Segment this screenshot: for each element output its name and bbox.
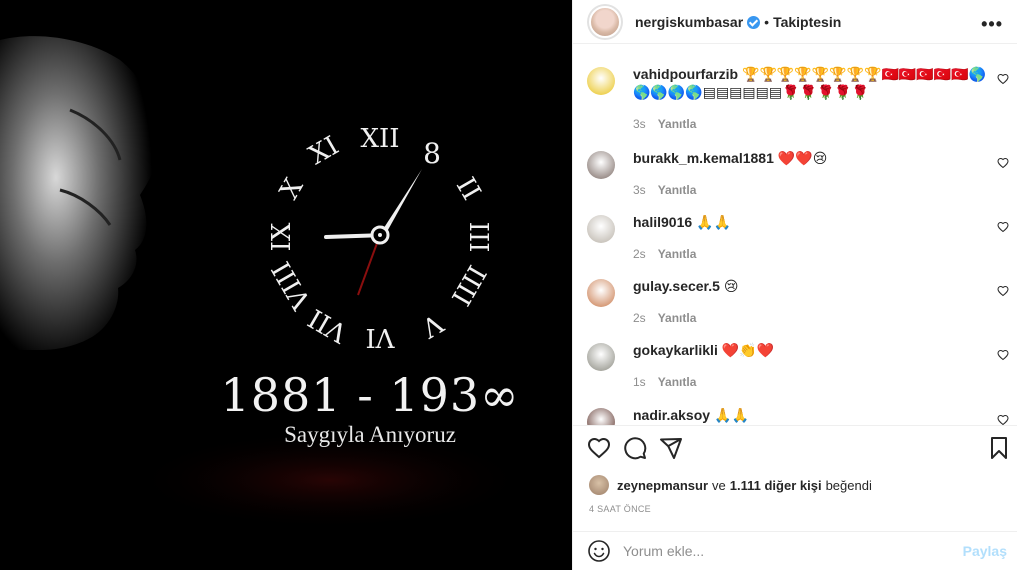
comment-text: 😢 (723, 278, 739, 294)
clock-numeral-2: II (450, 173, 486, 206)
comment-avatar[interactable] (587, 408, 615, 425)
comment-username[interactable]: halil9016 (633, 214, 692, 230)
likes-summary: zeynepmansur ve 1.111 diğer kişi beğendi (589, 475, 872, 495)
instagram-post: XII 8 II III IIII V VI VII VIII IX X XI (0, 0, 1017, 570)
verified-badge-icon (747, 16, 761, 29)
post-comment-button[interactable]: Paylaş (963, 543, 1007, 559)
like-comment-heart-icon[interactable] (997, 414, 1009, 425)
years-text: 1881 - 193∞ (220, 368, 520, 422)
reply-button[interactable]: Yanıtla (658, 311, 697, 325)
author-avatar[interactable] (587, 3, 623, 40)
clock-numeral-6: VI (365, 322, 395, 352)
reply-button[interactable]: Yanıtla (658, 183, 697, 197)
comment-avatar[interactable] (587, 67, 615, 95)
like-heart-icon[interactable] (587, 436, 611, 460)
comment-text: ❤️❤️😢 (777, 150, 828, 166)
clock-numeral-9: IX (267, 222, 297, 251)
comment-username[interactable]: gulay.secer.5 (633, 278, 720, 294)
comment-avatar[interactable] (587, 151, 615, 179)
comment-text: 🙏🙏 (696, 214, 732, 230)
subtitle-text: Saygıyla Anıyoruz (284, 422, 456, 447)
share-paper-plane-icon[interactable] (659, 436, 683, 460)
comment-bubble-icon[interactable] (623, 436, 647, 460)
reply-button[interactable]: Yanıtla (658, 375, 697, 389)
likes-connector: ve (712, 477, 726, 493)
comment-item: vahidpourfarzib 🏆🏆🏆🏆🏆🏆🏆🏆🇹🇷🇹🇷🇹🇷🇹🇷🇹🇷🌎🌎🌎🌎🌎▤▤… (587, 65, 1017, 131)
likes-suffix: beğendi (825, 477, 872, 493)
clock-numeral-8: VIII (267, 256, 318, 315)
comment-input[interactable] (623, 543, 963, 559)
like-comment-heart-icon[interactable] (997, 285, 1009, 297)
like-comment-heart-icon[interactable] (997, 221, 1009, 233)
clock-numeral-3: III (463, 222, 493, 253)
clock-numeral-10: X (274, 173, 309, 204)
comment-avatar[interactable] (587, 343, 615, 371)
comment-avatar[interactable] (587, 279, 615, 307)
comment-composer: Paylaş (573, 531, 1017, 570)
comments-list[interactable]: vahidpourfarzib 🏆🏆🏆🏆🏆🏆🏆🏆🇹🇷🇹🇷🇹🇷🇹🇷🇹🇷🌎🌎🌎🌎🌎▤▤… (573, 45, 1017, 425)
liker-avatar[interactable] (589, 475, 609, 495)
comment-time[interactable]: 3s (633, 117, 646, 131)
others-count-link[interactable]: 1.111 diğer kişi (730, 478, 822, 493)
header-separator: • (764, 13, 770, 30)
clock-numeral-7: VII (303, 302, 353, 348)
like-comment-heart-icon[interactable] (997, 157, 1009, 169)
comment-avatar[interactable] (587, 215, 615, 243)
like-comment-heart-icon[interactable] (997, 73, 1009, 85)
portrait-silhouette (0, 36, 160, 350)
comment-username[interactable]: vahidpourfarzib (633, 66, 738, 82)
comment-item: burakk_m.kemal1881 ❤️❤️😢 3s Yanıtla (587, 149, 1017, 197)
comment-time[interactable]: 2s (633, 311, 646, 325)
clock-numeral-11: XI (304, 131, 344, 171)
reply-button[interactable]: Yanıtla (658, 247, 697, 261)
post-actions-bar (573, 425, 1017, 473)
emoji-smiley-icon[interactable] (587, 539, 611, 563)
follow-status-button[interactable]: Takiptesin (773, 14, 841, 30)
comment-text: ❤️👏❤️ (721, 342, 775, 358)
clock: XII 8 II III IIII V VI VII VIII IX X XI (267, 124, 493, 352)
clock-numeral-12: XII (360, 124, 399, 154)
post-header: nergiskumbasar • Takiptesin ••• (573, 0, 1017, 44)
more-options-icon[interactable]: ••• (981, 14, 1003, 35)
comment-time[interactable]: 1s (633, 375, 646, 389)
clock-numeral-1: 8 (423, 137, 441, 170)
like-comment-heart-icon[interactable] (997, 349, 1009, 361)
memorial-artwork: XII 8 II III IIII V VI VII VIII IX X XI (0, 36, 530, 530)
comment-item: nadir.aksoy 🙏🙏 (587, 406, 1017, 425)
post-timestamp[interactable]: 4 SAAT ÖNCE (589, 504, 651, 514)
post-image[interactable]: XII 8 II III IIII V VI VII VIII IX X XI (0, 0, 572, 570)
comment-text: 🙏🙏 (714, 407, 749, 423)
comment-item: halil9016 🙏🙏 2s Yanıtla (587, 213, 1017, 261)
comment-time[interactable]: 3s (633, 183, 646, 197)
reply-button[interactable]: Yanıtla (658, 117, 697, 131)
comment-time[interactable]: 2s (633, 247, 646, 261)
comment-item: gokaykarlikli ❤️👏❤️ 1s Yanıtla (587, 341, 1017, 389)
clock-numeral-4: IIII (445, 260, 492, 311)
first-liker-username[interactable]: zeynepmansur (617, 478, 708, 493)
author-username[interactable]: nergiskumbasar (635, 14, 743, 30)
clock-numeral-5: V (415, 307, 448, 343)
save-bookmark-icon[interactable] (987, 436, 1011, 460)
comment-username[interactable]: nadir.aksoy (633, 407, 710, 423)
comment-username[interactable]: gokaykarlikli (633, 342, 718, 358)
comment-username[interactable]: burakk_m.kemal1881 (633, 150, 774, 166)
post-sidebar: nergiskumbasar • Takiptesin ••• vahidpou… (572, 0, 1017, 570)
comment-item: gulay.secer.5 😢 2s Yanıtla (587, 277, 1017, 325)
